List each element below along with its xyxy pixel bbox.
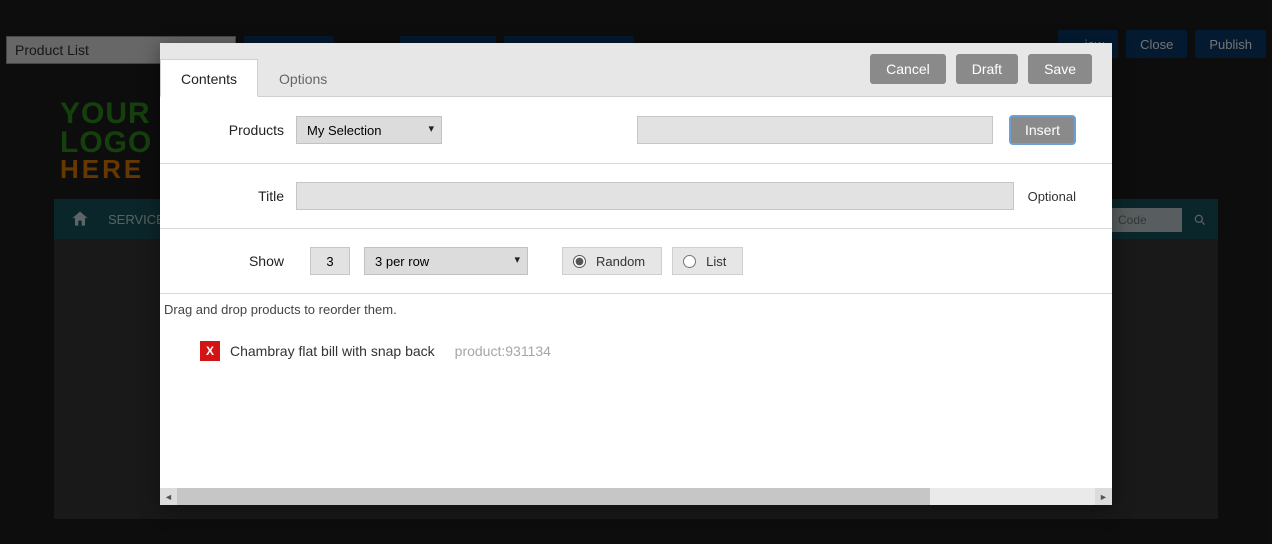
h-scroll-thumb[interactable] bbox=[177, 488, 930, 505]
h-scroll-right-icon[interactable]: ► bbox=[1095, 488, 1112, 505]
list-radio-input[interactable] bbox=[683, 255, 696, 268]
h-scroll-left-icon[interactable]: ◄ bbox=[160, 488, 177, 505]
tab-contents[interactable]: Contents bbox=[160, 59, 258, 97]
reorder-hint: Drag and drop products to reorder them. bbox=[160, 294, 1112, 325]
random-radio-label: Random bbox=[596, 254, 645, 269]
insert-button[interactable]: Insert bbox=[1009, 115, 1076, 145]
tab-options[interactable]: Options bbox=[258, 59, 348, 97]
products-select[interactable]: My Selection bbox=[296, 116, 442, 144]
modal-scrollpane[interactable]: Contents Options Cancel Draft Save Produ… bbox=[160, 43, 1112, 488]
product-lookup-input[interactable] bbox=[637, 116, 993, 144]
h-scroll-track[interactable] bbox=[177, 488, 1095, 505]
show-label: Show bbox=[196, 253, 296, 269]
products-label: Products bbox=[196, 122, 296, 138]
modal-horizontal-scrollbar[interactable]: ◄ ► bbox=[160, 488, 1112, 505]
products-row: Products My Selection Insert bbox=[160, 97, 1112, 164]
draft-button[interactable]: Draft bbox=[956, 54, 1018, 84]
cancel-button[interactable]: Cancel bbox=[870, 54, 946, 84]
random-radio[interactable]: Random bbox=[562, 247, 662, 275]
save-button[interactable]: Save bbox=[1028, 54, 1092, 84]
list-radio[interactable]: List bbox=[672, 247, 743, 275]
show-count-input[interactable] bbox=[310, 247, 350, 275]
per-row-select[interactable]: 3 per row bbox=[364, 247, 528, 275]
product-name: Chambray flat bill with snap back bbox=[230, 343, 435, 359]
list-radio-label: List bbox=[706, 254, 726, 269]
title-input[interactable] bbox=[296, 182, 1014, 210]
title-label: Title bbox=[196, 188, 296, 204]
random-radio-input[interactable] bbox=[573, 255, 586, 268]
remove-product-icon[interactable]: X bbox=[200, 341, 220, 361]
title-optional-hint: Optional bbox=[1028, 189, 1076, 204]
show-row: Show 3 per row Random List bbox=[160, 229, 1112, 294]
list-item[interactable]: X Chambray flat bill with snap back prod… bbox=[160, 325, 1112, 377]
modal-tab-bar: Contents Options Cancel Draft Save bbox=[160, 43, 1112, 97]
content-spacer bbox=[160, 377, 1112, 488]
product-id: product:931134 bbox=[455, 343, 551, 359]
product-list-modal: Contents Options Cancel Draft Save Produ… bbox=[160, 43, 1112, 505]
title-row: Title Optional bbox=[160, 164, 1112, 229]
